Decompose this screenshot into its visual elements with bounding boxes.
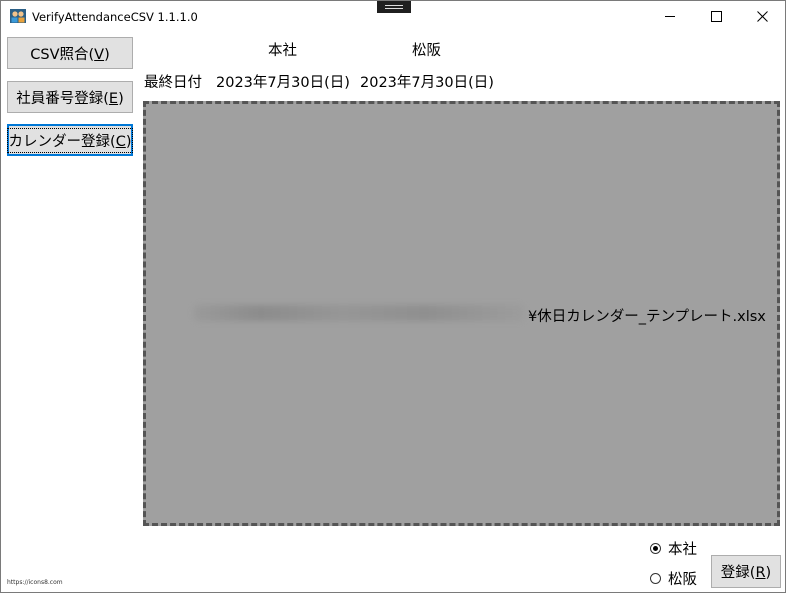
radio-matsusaka[interactable]: 松阪 (650, 568, 697, 589)
minimize-icon (664, 16, 675, 17)
window-title: VerifyAttendanceCSV 1.1.1.0 (32, 10, 198, 24)
last-date-label: 最終日付 (144, 75, 202, 91)
redacted-path-prefix (194, 305, 524, 321)
maximize-button[interactable] (693, 1, 739, 32)
icons8-credit[interactable]: https://icons8.com (7, 579, 63, 586)
app-people-icon (10, 9, 26, 23)
csv-verify-button[interactable]: CSV照合(V) (7, 37, 133, 69)
close-icon (756, 11, 768, 22)
register-label: 登録(R) (720, 565, 772, 581)
app-window: VerifyAttendanceCSV 1.1.1.0 CSV照合(V) 社員番… (0, 0, 786, 593)
radio-matsusaka-label: 松阪 (668, 572, 697, 588)
column-header-matsusaka: 松阪 (412, 43, 441, 59)
csv-verify-label: CSV照合(V) (30, 46, 110, 63)
radio-matsusaka-circle[interactable] (650, 573, 661, 584)
radio-honsha-label: 本社 (668, 542, 697, 558)
employee-number-register-button[interactable]: 社員番号登録(E) (7, 81, 133, 113)
file-drop-area[interactable]: ¥休日カレンダー_テンプレート.xlsx (143, 101, 780, 526)
last-date-honsha: 2023年7月30日(日) (216, 75, 350, 91)
close-button[interactable] (739, 1, 785, 32)
maximize-icon (710, 11, 722, 22)
minimize-button[interactable] (647, 1, 693, 32)
drag-grip-handle[interactable] (377, 1, 411, 13)
radio-honsha-circle[interactable] (650, 543, 661, 554)
title-bar[interactable]: VerifyAttendanceCSV 1.1.1.0 (1, 1, 785, 32)
register-button[interactable]: 登録(R) (711, 555, 781, 588)
employee-number-register-label: 社員番号登録(E) (16, 90, 124, 107)
last-date-matsusaka: 2023年7月30日(日) (360, 75, 494, 91)
column-header-honsha: 本社 (268, 43, 297, 59)
dropped-file-path: ¥休日カレンダー_テンプレート.xlsx (528, 309, 766, 325)
radio-honsha[interactable]: 本社 (650, 538, 697, 559)
calendar-register-button[interactable]: カレンダー登録(C) (6, 124, 134, 156)
calendar-register-label: カレンダー登録(C) (6, 127, 134, 153)
